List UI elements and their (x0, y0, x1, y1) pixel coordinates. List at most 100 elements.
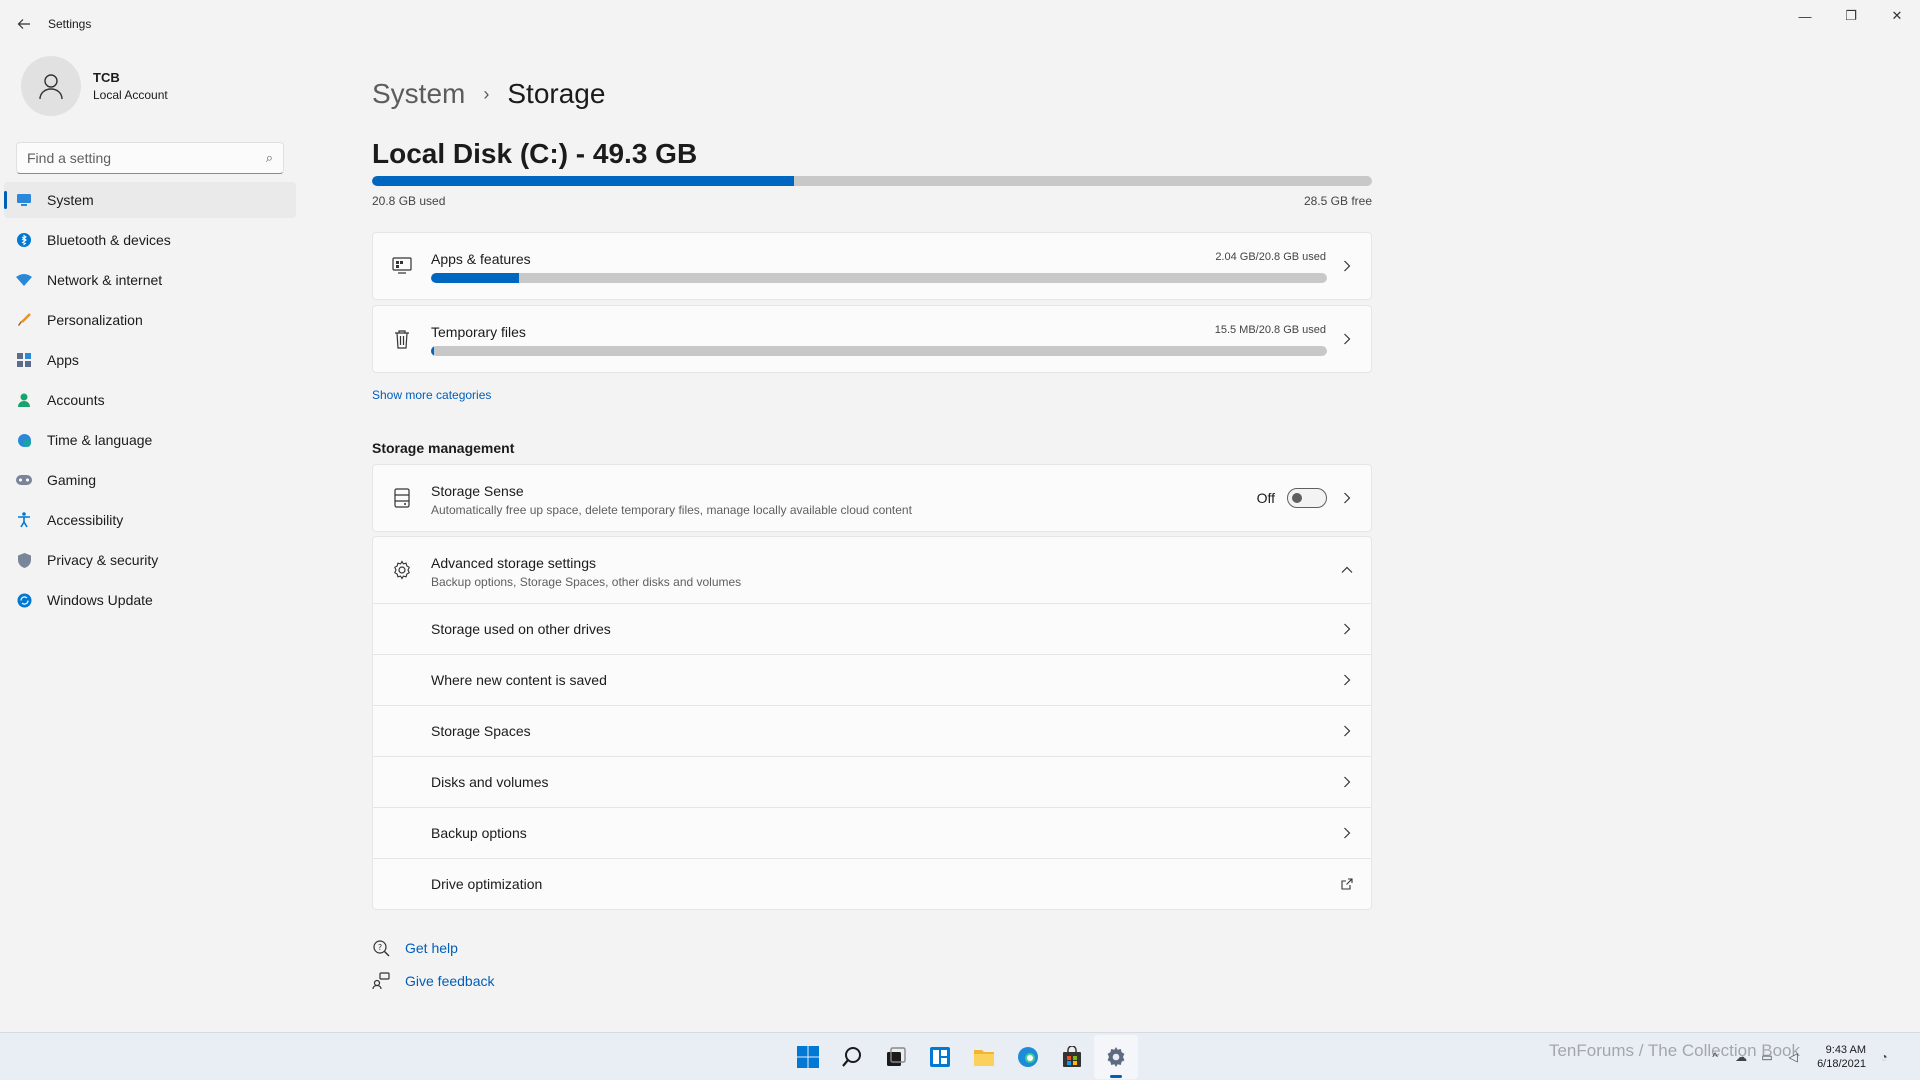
clock-time: 9:43 AM (1825, 1044, 1866, 1056)
profile-account-type: Local Account (93, 88, 168, 102)
chevron-right-icon (1339, 621, 1355, 637)
task-view-icon[interactable] (874, 1035, 918, 1079)
notification-icon[interactable]: ◔ (1874, 1047, 1894, 1067)
chevron-right-icon (1339, 672, 1355, 688)
widgets-icon[interactable] (918, 1035, 962, 1079)
volume-icon[interactable]: ◁ (1783, 1047, 1803, 1067)
sidebar: TCB Local Account ⌕ System Bluetooth & d… (0, 48, 300, 1028)
chevron-right-icon (1339, 258, 1355, 274)
disk-usage-fill (372, 176, 794, 186)
chevron-right-icon (1339, 825, 1355, 841)
sidebar-item-label: Personalization (47, 312, 143, 328)
edge-icon[interactable] (1006, 1035, 1050, 1079)
get-help-icon: ? (372, 939, 390, 957)
search-icon[interactable]: ⌕ (266, 150, 273, 166)
sidebar-item-system[interactable]: System (4, 182, 296, 218)
page-title: Storage (507, 78, 606, 109)
back-button[interactable] (0, 0, 48, 48)
category-apps-features[interactable]: Apps & features 2.04 GB/20.8 GB used (372, 232, 1372, 300)
sub-row-label: Storage Spaces (431, 723, 531, 739)
sidebar-item-privacy[interactable]: Privacy & security (4, 542, 296, 578)
sidebar-item-accounts[interactable]: Accounts (4, 382, 296, 418)
wifi-icon (16, 272, 32, 288)
title-bar: Settings — ❐ ✕ (0, 0, 1920, 48)
sidebar-item-personalization[interactable]: Personalization (4, 302, 296, 338)
external-link-icon (1339, 876, 1355, 892)
category-temporary-files[interactable]: Temporary files 15.5 MB/20.8 GB used (372, 305, 1372, 373)
sidebar-item-accessibility[interactable]: Accessibility (4, 502, 296, 538)
network-icon[interactable]: ▭ (1757, 1047, 1777, 1067)
person-icon (39, 74, 63, 100)
sidebar-item-label: Gaming (47, 472, 97, 488)
get-help-link[interactable]: ? Get help (372, 938, 495, 958)
sidebar-item-gaming[interactable]: Gaming (4, 462, 296, 498)
start-icon[interactable] (786, 1035, 830, 1079)
sidebar-item-label: Windows Update (47, 592, 153, 608)
category-usage-fill (431, 273, 519, 283)
file-explorer-icon[interactable] (962, 1035, 1006, 1079)
maximize-button[interactable]: ❐ (1828, 0, 1874, 32)
disks-and-volumes-row[interactable]: Disks and volumes (372, 757, 1372, 808)
brush-icon (16, 312, 32, 328)
minimize-button[interactable]: — (1782, 0, 1828, 32)
profile-name: TCB (93, 70, 120, 85)
sub-row-label: Backup options (431, 825, 527, 841)
category-title: Temporary files (431, 324, 526, 340)
profile[interactable]: TCB Local Account (21, 56, 168, 116)
sidebar-item-label: Apps (47, 352, 79, 368)
store-icon[interactable] (1050, 1035, 1094, 1079)
sidebar-item-network[interactable]: Network & internet (4, 262, 296, 298)
taskbar-apps (786, 1033, 1138, 1080)
breadcrumb-parent[interactable]: System (372, 78, 465, 110)
storage-management-header: Storage management (372, 440, 515, 456)
storage-sense-row[interactable]: Storage Sense Automatically free up spac… (372, 464, 1372, 532)
clock-date: 6/18/2021 (1817, 1058, 1866, 1070)
window-controls: — ❐ ✕ (1782, 0, 1920, 32)
close-button[interactable]: ✕ (1874, 0, 1920, 32)
advanced-storage-subtitle: Backup options, Storage Spaces, other di… (431, 575, 742, 589)
taskbar: TenForums / The Collection Book ^ ☁ ▭ ◁ … (0, 1032, 1920, 1080)
chevron-right-icon (1339, 490, 1355, 506)
sidebar-item-label: Bluetooth & devices (47, 232, 171, 248)
shield-icon (16, 552, 32, 568)
get-help-label: Get help (405, 940, 458, 956)
chevron-up-icon[interactable]: ^ (1705, 1047, 1725, 1067)
search-box[interactable]: ⌕ (16, 142, 284, 174)
disk-usage-bar (372, 176, 1372, 186)
chevron-right-icon (1339, 774, 1355, 790)
advanced-storage-settings-header[interactable]: Advanced storage settings Backup options… (372, 536, 1372, 604)
sidebar-item-time-language[interactable]: Time & language (4, 422, 296, 458)
storage-used-on-other-drives-row[interactable]: Storage used on other drives (372, 604, 1372, 655)
advanced-storage-settings-group: Advanced storage settings Backup options… (372, 536, 1372, 910)
show-more-categories-link[interactable]: Show more categories (372, 388, 491, 402)
trash-icon (391, 328, 413, 350)
app-title: Settings (48, 17, 92, 31)
backup-options-row[interactable]: Backup options (372, 808, 1372, 859)
arrow-left-icon (17, 19, 30, 29)
apps-icon (16, 352, 32, 368)
storage-spaces-row[interactable]: Storage Spaces (372, 706, 1372, 757)
cloud-icon[interactable]: ☁ (1731, 1047, 1751, 1067)
help-links: ? Get help Give feedback (372, 938, 495, 1004)
sidebar-item-apps[interactable]: Apps (4, 342, 296, 378)
search-icon[interactable] (830, 1035, 874, 1079)
drive-optimization-row[interactable]: Drive optimization (372, 859, 1372, 910)
clock[interactable]: 9:43 AM 6/18/2021 (1817, 1043, 1866, 1071)
storage-sense-toggle[interactable] (1287, 488, 1327, 508)
give-feedback-label: Give feedback (405, 973, 495, 989)
bluetooth-icon (16, 232, 32, 248)
give-feedback-link[interactable]: Give feedback (372, 971, 495, 991)
disk-free-label: 28.5 GB free (1303, 194, 1372, 208)
svg-text:?: ? (378, 943, 382, 952)
sidebar-item-bluetooth[interactable]: Bluetooth & devices (4, 222, 296, 258)
where-new-content-saved-row[interactable]: Where new content is saved (372, 655, 1372, 706)
category-usage-fill (431, 346, 434, 356)
globe-clock-icon (16, 432, 32, 448)
settings-icon[interactable] (1094, 1035, 1138, 1079)
search-input[interactable] (27, 150, 266, 166)
sidebar-item-label: System (47, 192, 94, 208)
storage-sense-icon (391, 487, 413, 509)
breadcrumb-separator: › (483, 83, 490, 104)
sidebar-item-windows-update[interactable]: Windows Update (4, 582, 296, 618)
avatar (21, 56, 81, 116)
